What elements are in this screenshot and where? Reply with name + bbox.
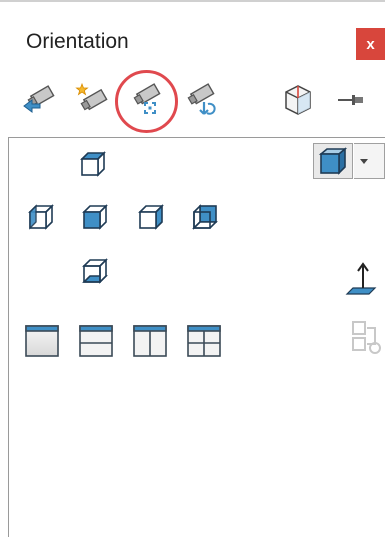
reset-standard-views-button[interactable] (180, 80, 220, 120)
front-view-icon (82, 204, 108, 230)
view-dropdown-toggle[interactable] (354, 143, 385, 179)
isometric-view-icon (318, 147, 348, 175)
front-view-button[interactable] (74, 198, 114, 238)
link-views-icon (352, 321, 381, 354)
chevron-down-icon (360, 158, 368, 164)
top-view-icon (80, 151, 106, 177)
new-view-button[interactable] (72, 80, 112, 120)
left-view-button[interactable] (20, 198, 60, 238)
normal-to-button[interactable] (345, 258, 385, 298)
view-selector-button[interactable] (278, 80, 318, 120)
link-views-button[interactable] (345, 318, 385, 358)
four-view-button[interactable] (184, 320, 224, 360)
update-standard-views-button[interactable] (126, 80, 166, 120)
panel-title: Orientation (26, 30, 129, 53)
single-view-icon (25, 325, 59, 357)
window-top-border (0, 0, 385, 2)
two-view-vertical-button[interactable] (130, 320, 170, 360)
back-view-icon (192, 204, 218, 230)
previous-view-icon (23, 85, 55, 113)
previous-view-button[interactable] (20, 80, 60, 120)
reset-standard-views-icon (187, 83, 216, 115)
bottom-view-button[interactable] (74, 252, 114, 292)
back-view-button[interactable] (184, 198, 224, 238)
right-view-icon (138, 204, 164, 230)
close-button[interactable]: x (356, 28, 385, 60)
single-view-button[interactable] (22, 320, 62, 360)
top-view-button[interactable] (72, 145, 112, 185)
left-view-icon (28, 204, 54, 230)
four-view-icon (187, 325, 221, 357)
pin-icon (338, 95, 363, 105)
two-view-horizontal-button[interactable] (76, 320, 116, 360)
current-view-button[interactable] (313, 143, 353, 179)
normal-to-icon (345, 262, 377, 295)
close-label: x (366, 35, 375, 53)
right-view-button[interactable] (130, 198, 170, 238)
two-view-horizontal-icon (79, 325, 113, 357)
pin-button[interactable] (330, 80, 370, 120)
bottom-view-icon (82, 258, 108, 284)
update-standard-views-icon (133, 83, 161, 114)
two-view-vertical-icon (133, 325, 167, 357)
new-view-icon (75, 82, 108, 111)
view-selector-icon (285, 85, 311, 115)
